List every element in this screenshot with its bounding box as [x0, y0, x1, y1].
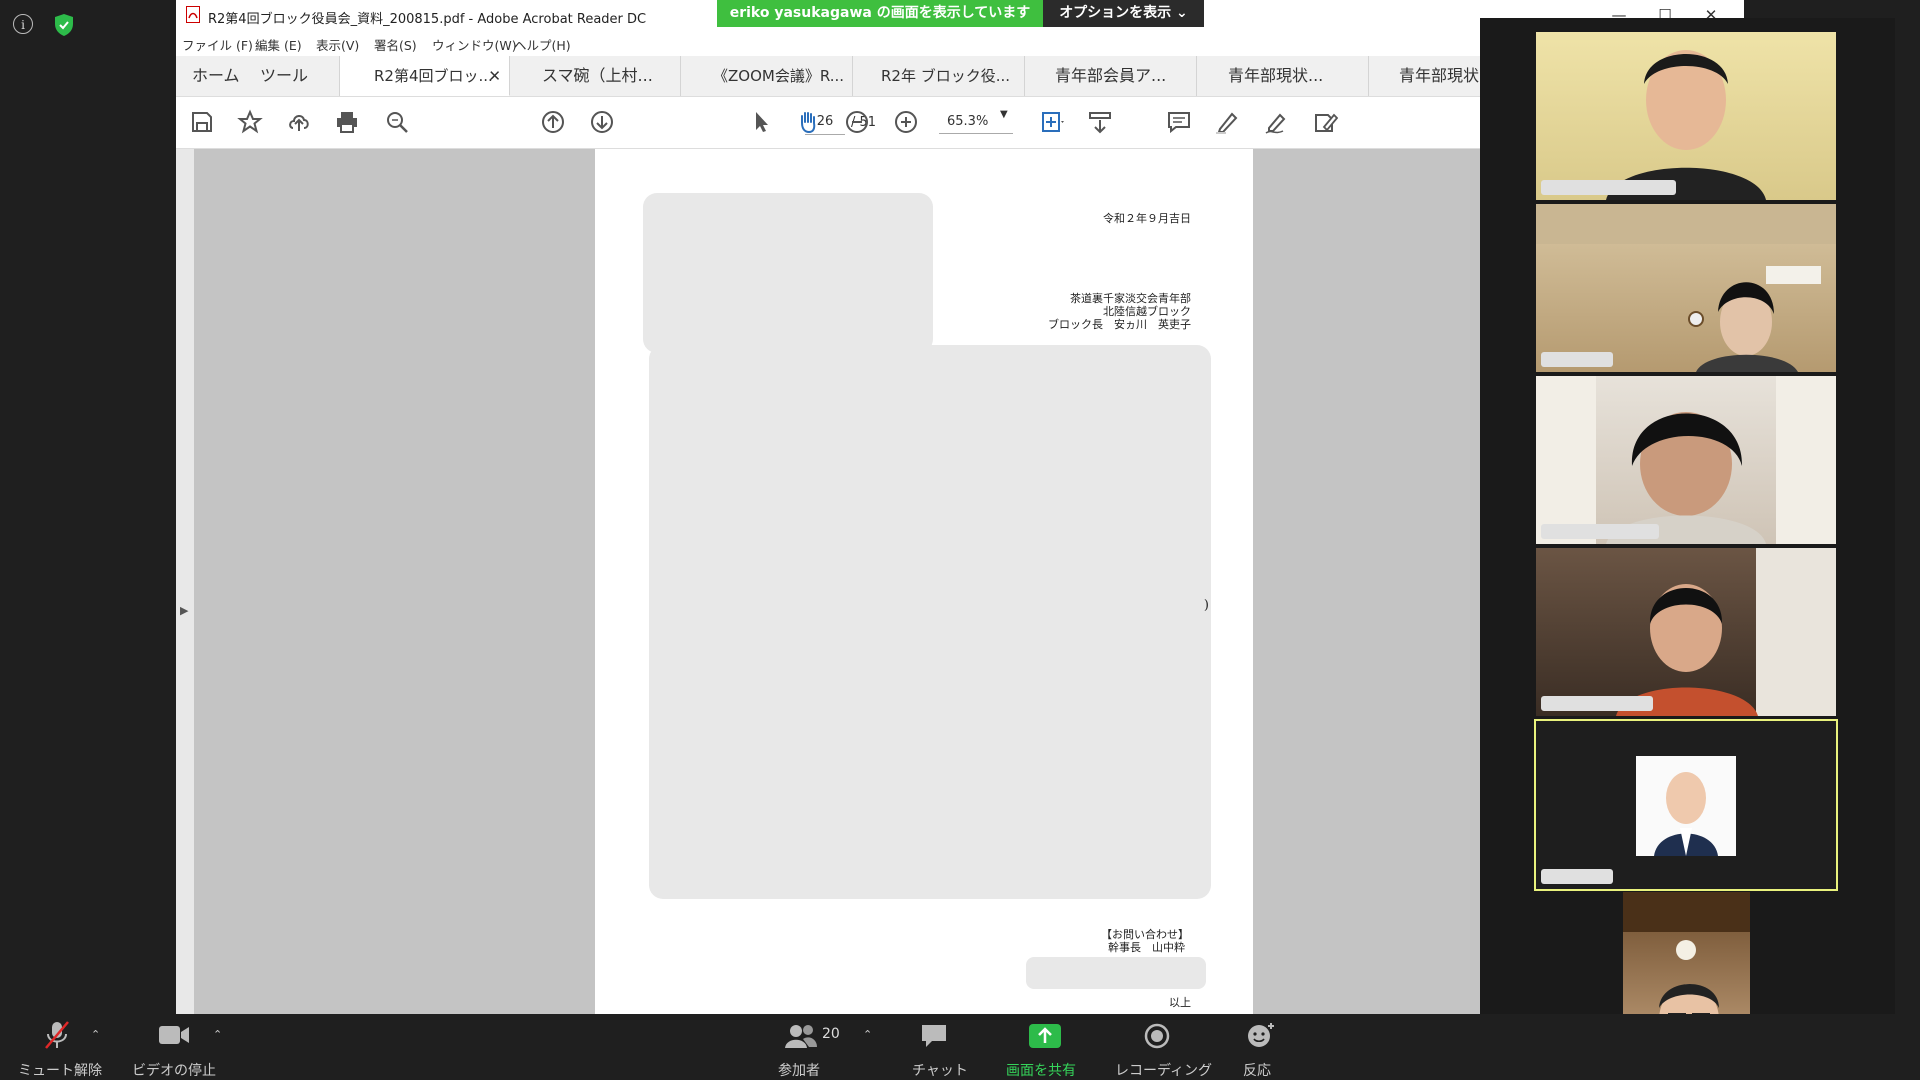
share-screen-icon[interactable]	[1029, 1024, 1061, 1048]
share-screen-label[interactable]: 画面を共有	[1006, 1060, 1076, 1080]
zoom-out-icon[interactable]	[844, 109, 870, 135]
sender-name: ブロック長 安ヵ川 英吏子	[1048, 318, 1191, 331]
pdf-file-icon	[186, 6, 200, 23]
left-panel-toggle[interactable]	[176, 149, 194, 1014]
tab-document[interactable]: 《ZOOM会議》R...	[681, 56, 853, 96]
participant-name-redacted	[1541, 696, 1653, 711]
video-tile[interactable]	[1536, 32, 1836, 200]
record-icon[interactable]	[1144, 1023, 1170, 1049]
closing-text: 以上	[1169, 996, 1191, 1009]
reaction-emoji-icon[interactable]	[1246, 1021, 1276, 1049]
next-page-icon[interactable]	[589, 109, 615, 135]
stop-video-label[interactable]: ビデオの停止	[132, 1060, 216, 1080]
cloud-upload-icon[interactable]	[286, 109, 312, 135]
recording-label[interactable]: レコーディング	[1115, 1060, 1212, 1080]
chat-label[interactable]: チャット	[912, 1060, 968, 1080]
meeting-info-icon[interactable]: i	[13, 14, 33, 34]
document-date: 令和２年９月吉日	[1103, 212, 1191, 225]
redacted-region	[643, 193, 933, 353]
encryption-shield-icon[interactable]	[53, 13, 75, 37]
participant-gallery	[1480, 18, 1895, 1078]
screen-share-banner: eriko yasukagawa の画面を表示しています	[717, 0, 1043, 27]
participant-video	[1616, 548, 1836, 716]
chat-bubble-icon[interactable]	[920, 1023, 948, 1049]
participant-name-redacted	[1541, 352, 1613, 367]
video-tile[interactable]	[1536, 204, 1836, 372]
menu-help[interactable]: ヘルプ(H)	[514, 35, 571, 54]
participants-label[interactable]: 参加者	[778, 1060, 820, 1080]
tab-document[interactable]: 青年部現状...	[1197, 56, 1369, 96]
scroll-mode-icon[interactable]	[1087, 109, 1113, 135]
participant-video	[1536, 376, 1836, 544]
zoom-search-icon[interactable]	[384, 109, 410, 135]
view-options-button[interactable]: オプションを表示 ⌄	[1043, 0, 1204, 27]
video-options-chevron-icon[interactable]: ⌃	[213, 1028, 222, 1041]
window-title: R2第4回ブロック役員会_資料_200815.pdf - Adobe Acrob…	[208, 12, 647, 27]
menu-window[interactable]: ウィンドウ(W)	[432, 35, 517, 54]
highlight-pen-icon[interactable]	[1214, 109, 1240, 135]
tab-home[interactable]: ホーム	[176, 56, 246, 96]
sign-icon[interactable]	[1263, 109, 1289, 135]
select-cursor-icon[interactable]	[748, 109, 774, 135]
menu-edit[interactable]: 編集 (E)	[255, 35, 302, 54]
participant-video	[1606, 50, 1766, 200]
microphone-muted-icon[interactable]	[44, 1020, 70, 1050]
participants-icon[interactable]	[785, 1023, 817, 1049]
panel-expand-arrow-icon[interactable]: ▶	[180, 604, 188, 617]
comment-icon[interactable]	[1166, 109, 1192, 135]
stray-mark: )	[1203, 598, 1209, 613]
fit-page-icon[interactable]	[1039, 109, 1065, 135]
close-tab-icon[interactable]: ✕	[488, 56, 501, 95]
menu-sign[interactable]: 署名(S)	[374, 35, 417, 54]
video-tile[interactable]	[1536, 548, 1836, 716]
video-tile[interactable]	[1536, 376, 1836, 544]
print-icon[interactable]	[334, 109, 360, 135]
redacted-body	[649, 345, 1211, 899]
edit-pdf-icon[interactable]	[1312, 109, 1338, 135]
tab-active-document[interactable]: R2第4回ブロッ... ✕	[340, 56, 510, 96]
audio-options-chevron-icon[interactable]: ⌃	[91, 1028, 100, 1041]
hand-tool-icon[interactable]	[795, 109, 821, 135]
tab-document[interactable]: スマ碗（上村...	[510, 56, 681, 96]
redacted-contact	[1026, 957, 1206, 989]
view-options-label: オプションを表示	[1059, 5, 1172, 21]
participant-profile-photo	[1636, 756, 1736, 856]
video-camera-icon[interactable]	[158, 1024, 190, 1046]
chevron-down-icon[interactable]: ▼	[1000, 109, 1008, 120]
participants-options-chevron-icon[interactable]: ⌃	[863, 1028, 872, 1041]
zoom-in-icon[interactable]	[893, 109, 919, 135]
participant-name-redacted	[1541, 869, 1613, 884]
tab-tools[interactable]: ツール	[246, 56, 340, 96]
participant-video	[1536, 204, 1836, 372]
menu-file[interactable]: ファイル (F)	[182, 35, 253, 54]
participant-count: 20	[822, 1026, 840, 1042]
tab-document[interactable]: 青年部現状	[1369, 56, 1489, 96]
tab-label: R2第4回ブロッ...	[374, 67, 493, 85]
tab-document[interactable]: R2年 ブロック役...	[853, 56, 1025, 96]
mute-label[interactable]: ミュート解除	[18, 1060, 102, 1080]
menu-view[interactable]: 表示(V)	[316, 35, 359, 54]
previous-page-icon[interactable]	[540, 109, 566, 135]
reactions-label[interactable]: 反応	[1243, 1060, 1271, 1080]
bookmark-star-icon[interactable]	[237, 109, 263, 135]
pdf-page: 令和２年９月吉日 茶道裏千家淡交会青年部 北陸信越ブロック ブロック長 安ヵ川 …	[595, 149, 1253, 1014]
contact-person: 幹事長 山中粋	[1108, 941, 1185, 954]
participant-name-redacted	[1541, 180, 1676, 195]
active-speaker-tile[interactable]	[1534, 719, 1838, 891]
tab-document[interactable]: 青年部会員ア...	[1025, 56, 1197, 96]
participant-name-redacted	[1541, 524, 1659, 539]
save-icon[interactable]	[189, 109, 215, 135]
